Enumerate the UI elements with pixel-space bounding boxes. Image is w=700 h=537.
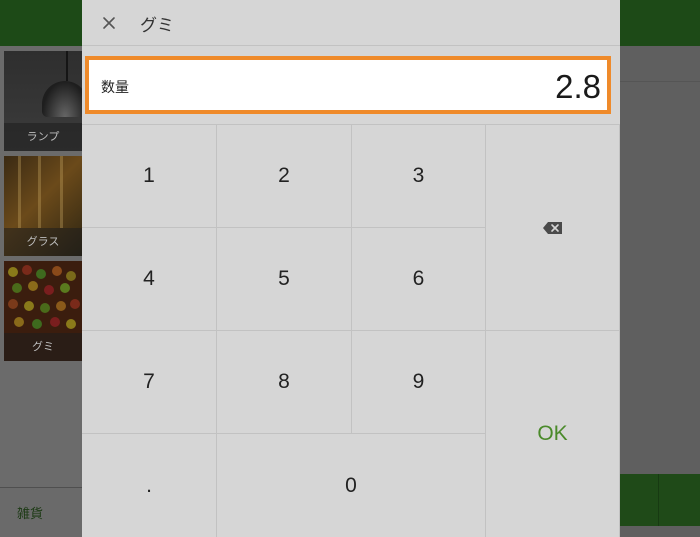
gummy-image	[28, 281, 38, 291]
key-8[interactable]: 8	[217, 331, 352, 434]
close-icon	[103, 17, 115, 29]
product-tile-label: グミ	[4, 333, 82, 361]
glass-image	[60, 156, 63, 228]
glass-image	[18, 156, 21, 228]
gummy-image	[12, 283, 22, 293]
key-3[interactable]: 3	[352, 125, 486, 228]
right-panel-divider	[658, 474, 659, 526]
gummy-image	[32, 319, 42, 329]
quantity-dialog: グミ 数量 2.8 1 2 3 4 5 6 7 8 9 . 0 OK	[82, 0, 620, 537]
gummy-image	[40, 303, 50, 313]
gummy-image	[70, 299, 80, 309]
key-4[interactable]: 4	[82, 228, 217, 331]
gummy-image	[22, 265, 32, 275]
key-2[interactable]: 2	[217, 125, 352, 228]
product-tile-lamp[interactable]: ランプ	[4, 51, 82, 151]
gummy-image	[14, 317, 24, 327]
gummy-image	[50, 317, 60, 327]
quantity-label: 数量	[101, 80, 129, 96]
gummy-image	[56, 301, 66, 311]
gummy-image	[52, 266, 62, 276]
gummy-image	[66, 271, 76, 281]
product-grid: ランプ グラス グミ	[0, 46, 82, 487]
close-button[interactable]	[92, 6, 126, 40]
gummy-image	[8, 299, 18, 309]
product-tile-gummy[interactable]: グミ	[4, 261, 82, 361]
gummy-image	[36, 269, 46, 279]
gummy-image	[8, 267, 18, 277]
right-panel-header	[620, 46, 700, 82]
lamp-image	[42, 81, 82, 117]
category-tab-label: 雑貨	[17, 507, 44, 522]
key-0[interactable]: 0	[217, 434, 486, 537]
lamp-cord-decoration	[66, 51, 68, 81]
product-tile-label: グラス	[4, 228, 82, 256]
gummy-image	[24, 301, 34, 311]
key-7[interactable]: 7	[82, 331, 217, 434]
dialog-header: グミ	[82, 0, 620, 46]
numeric-keypad: 1 2 3 4 5 6 7 8 9 . 0 OK	[82, 124, 620, 537]
right-panel-action[interactable]	[620, 474, 700, 526]
key-9[interactable]: 9	[352, 331, 486, 434]
quantity-value: 2.8	[555, 68, 601, 105]
dialog-title: グミ	[140, 16, 174, 36]
product-tile-label: ランプ	[4, 123, 82, 151]
backspace-icon	[542, 221, 562, 234]
ok-button[interactable]: OK	[486, 331, 620, 537]
key-6[interactable]: 6	[352, 228, 486, 331]
key-5[interactable]: 5	[217, 228, 352, 331]
gummy-image	[44, 285, 54, 295]
backspace-button[interactable]	[486, 125, 620, 331]
product-tile-glass[interactable]: グラス	[4, 156, 82, 256]
glass-image	[38, 156, 41, 228]
key-1[interactable]: 1	[82, 125, 217, 228]
key-decimal[interactable]: .	[82, 434, 217, 537]
quantity-field[interactable]: 数量 2.8	[85, 56, 611, 114]
gummy-image	[66, 319, 76, 329]
gummy-image	[60, 283, 70, 293]
